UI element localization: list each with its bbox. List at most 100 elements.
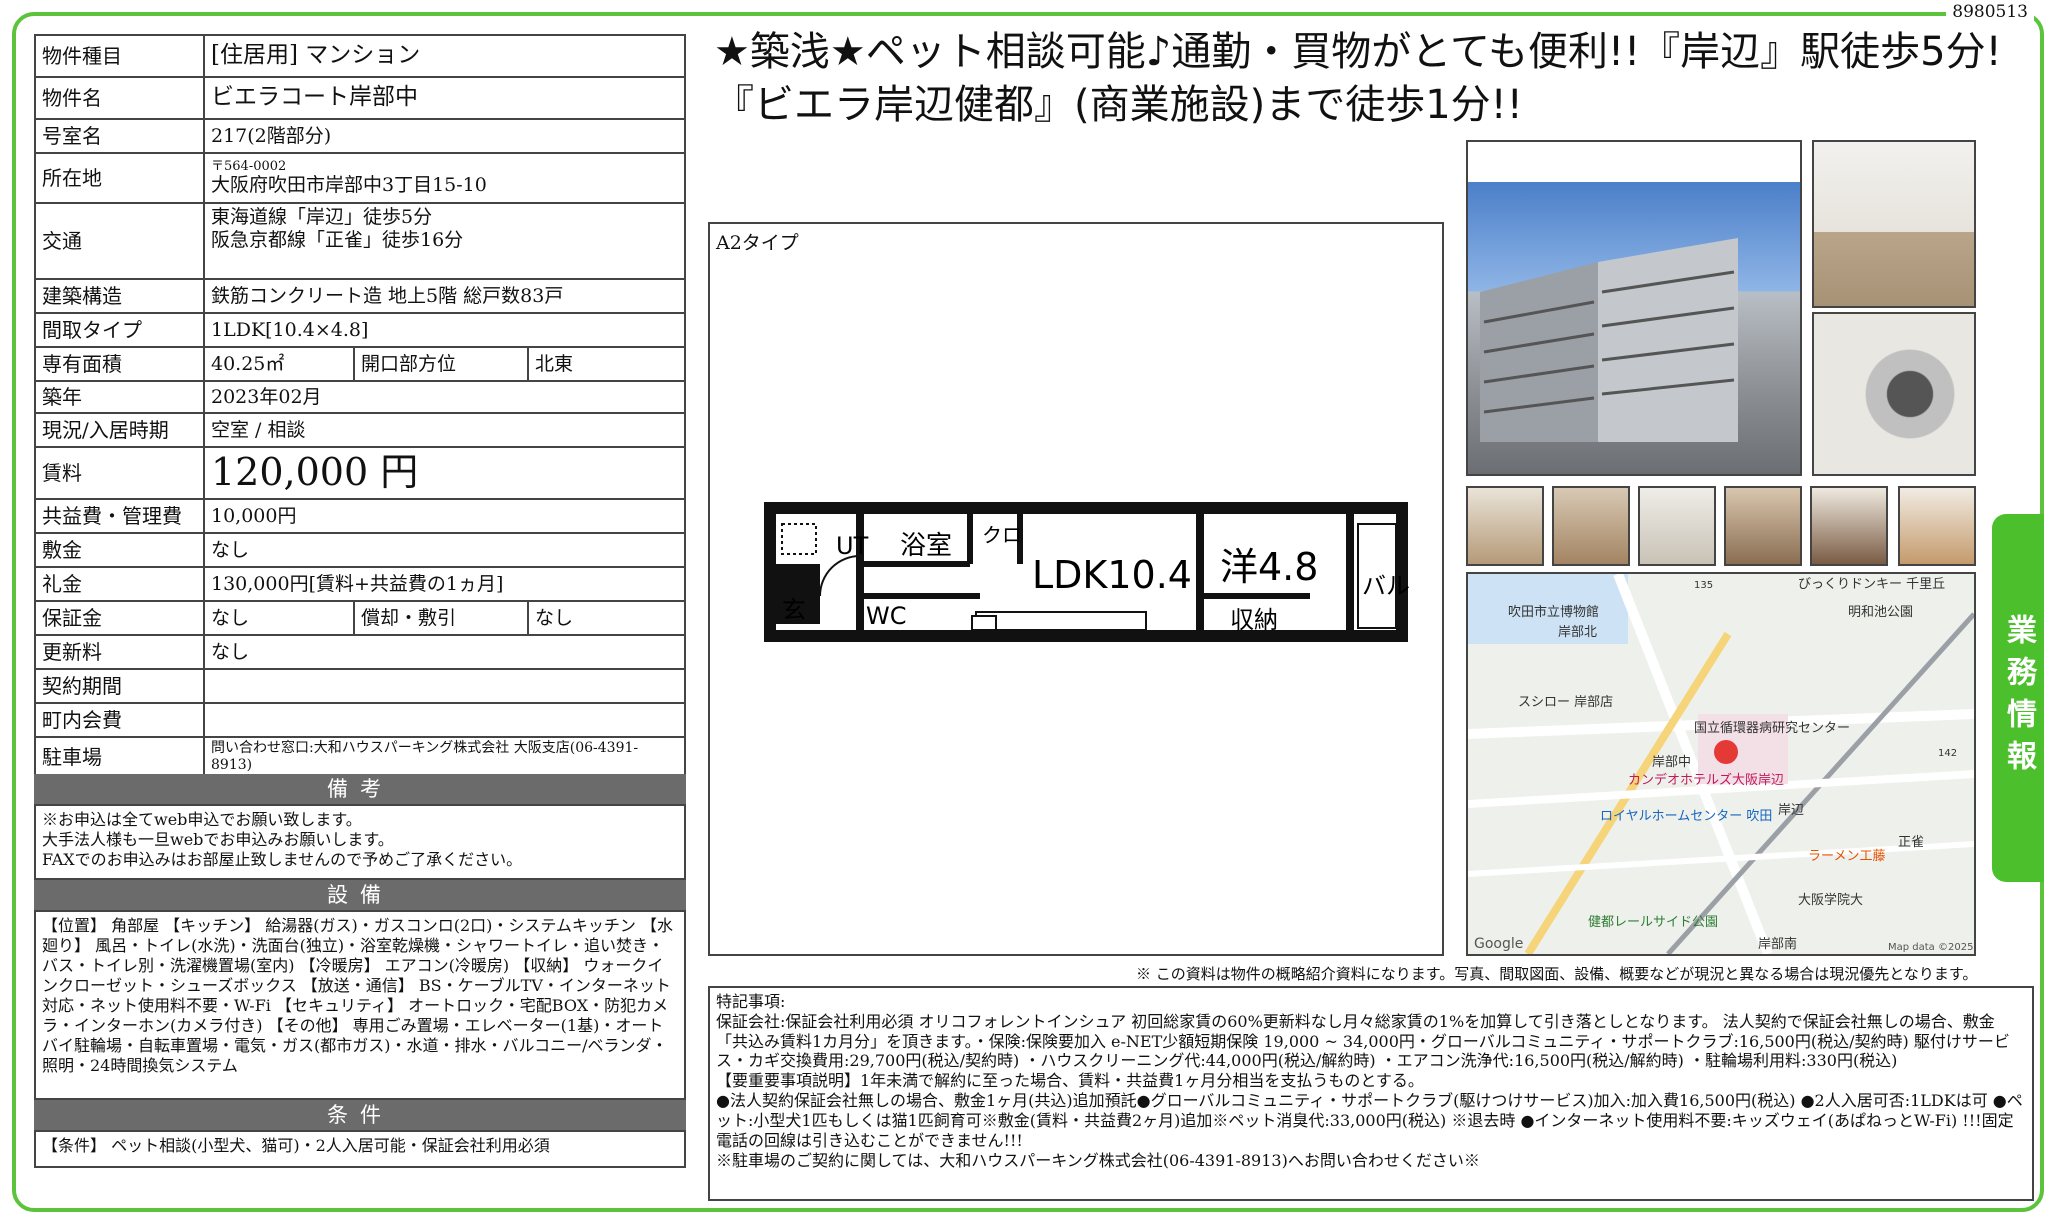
- label-parking: 駐車場: [34, 736, 205, 778]
- business-info-tab[interactable]: 業務情報: [1992, 514, 2044, 882]
- floor-plan: A2タイプ UT 浴室 クロ 玄 WC LDK10.4 洋4.8 収納 バル: [708, 222, 1444, 956]
- label-layout: 間取タイプ: [34, 312, 205, 348]
- svg-text:Google: Google: [1474, 936, 1523, 952]
- svg-text:びっくりドンキー 千里丘: びっくりドンキー 千里丘: [1798, 577, 1945, 592]
- headline: ★築浅★ペット相談可能♪通勤・買物がとても便利!!『岸辺』駅徒歩5分!『ビエラ岸…: [714, 29, 2002, 128]
- label-type: 物件種目: [34, 34, 205, 78]
- notes-heading: 特記事項:: [716, 992, 786, 1011]
- value-renewal: なし: [203, 634, 686, 670]
- svg-text:岸部中: 岸部中: [1652, 755, 1691, 770]
- disclaimer: ※ この資料は物件の概略紹介資料になります。写真、間取図面、設備、概要などが現況…: [1136, 965, 1978, 983]
- business-info-label: 業務情報: [2001, 614, 2036, 782]
- label-orientation: 開口部方位: [353, 346, 529, 382]
- label-name: 物件名: [34, 76, 205, 120]
- label-transit: 交通: [34, 202, 205, 280]
- value-security: なし: [203, 600, 355, 636]
- value-area: 40.25㎡: [203, 346, 355, 382]
- label-amortization: 償却・敷引: [353, 600, 529, 636]
- value-address: 大阪府吹田市岸部中3丁目15-10: [211, 174, 487, 197]
- svg-text:Map data ©2025: Map data ©2025: [1888, 942, 1973, 953]
- kitchen-photo-2: [1812, 312, 1976, 476]
- value-orientation: 北東: [527, 346, 686, 382]
- remark-line: 大手法人様も一旦webでお申込みお願いします。: [42, 830, 394, 849]
- plan-wc: WC: [866, 602, 907, 630]
- value-layout: 1LDK[10.4×4.8]: [203, 312, 686, 348]
- notes-line: ●法人契約保証会社無しの場合、敷金1ヶ月(共込)追加預託●グローバルコミュニティ…: [716, 1091, 2023, 1150]
- thumbnail-photo[interactable]: [1638, 486, 1716, 566]
- value-contract: [203, 668, 686, 704]
- label-contract: 契約期間: [34, 668, 205, 704]
- label-key-money: 礼金: [34, 566, 205, 602]
- label-room: 号室名: [34, 118, 205, 154]
- svg-text:135: 135: [1694, 580, 1713, 591]
- facilities-heading: 設備: [34, 880, 686, 910]
- svg-text:ロイヤルホームセンター 吹田: ロイヤルホームセンター 吹田: [1600, 809, 1772, 824]
- label-assoc: 町内会費: [34, 702, 205, 738]
- svg-text:国立循環器病研究センター: 国立循環器病研究センター: [1694, 721, 1850, 736]
- location-map[interactable]: びっくりドンキー 千里丘 吹田市立博物館 岸部北 明和池公園 スシロー 岸部店 …: [1466, 572, 1976, 956]
- special-notes: 特記事項: 保証会社:保証会社利用必須 オリコフォレントインシュア 初回総家賃の…: [708, 986, 2034, 1201]
- label-area: 専有面積: [34, 346, 205, 382]
- label-address: 所在地: [34, 152, 205, 204]
- label-rent: 賃料: [34, 446, 205, 500]
- value-room: 217(2階部分): [203, 118, 686, 154]
- building-illustration: [1480, 238, 1738, 442]
- facilities-text: 【位置】 角部屋 【キッチン】 給湯器(ガス)・ガスコンロ(2口)・システムキッ…: [34, 910, 686, 1100]
- postal-code: 〒564-0002: [211, 158, 287, 174]
- label-renewal: 更新料: [34, 634, 205, 670]
- notes-line: 【要重要事項説明】1年未満で解約に至った場合、賃料・共益費1ヶ月分相当を支払うも…: [716, 1071, 1424, 1091]
- value-rent: 120,000 円: [203, 446, 686, 500]
- value-structure: 鉄筋コンクリート造 地上5階 総戸数83戸: [203, 278, 686, 314]
- thumbnail-photo[interactable]: [1724, 486, 1802, 566]
- value-deposit: なし: [203, 532, 686, 568]
- plan-bath: 浴室: [900, 531, 952, 561]
- label-built: 築年: [34, 380, 205, 414]
- thumbnail-photo[interactable]: [1466, 486, 1544, 566]
- building-photo: [1466, 140, 1802, 476]
- thumbnail-photo[interactable]: [1810, 486, 1888, 566]
- svg-text:大阪学院大: 大阪学院大: [1798, 892, 1863, 908]
- notes-line: ※駐車場のご契約に関しては、大和ハウスパーキング株式会社(06-4391-891…: [716, 1150, 1480, 1170]
- label-deposit: 敷金: [34, 532, 205, 568]
- remark-line: ※お申込は全てweb申込でお願い致します。: [42, 810, 362, 829]
- plan-ut: UT: [836, 532, 869, 560]
- value-name: ビエラコート岸部中: [203, 76, 686, 120]
- map-pin-icon[interactable]: [1714, 740, 1738, 764]
- transit-line-1: 東海道線「岸辺」徒歩5分: [211, 206, 433, 228]
- label-security: 保証金: [34, 600, 205, 636]
- svg-text:カンデオホテルズ大阪岸辺: カンデオホテルズ大阪岸辺: [1628, 772, 1784, 788]
- label-structure: 建築構造: [34, 278, 205, 314]
- svg-text:岸辺: 岸辺: [1778, 803, 1804, 818]
- remarks-box: ※お申込は全てweb申込でお願い致します。 大手法人様も一旦webでお申込みお願…: [34, 804, 686, 880]
- plan-storage: 収納: [1230, 606, 1278, 634]
- remarks-heading: 備考: [34, 774, 686, 804]
- value-key-money: 130,000円[賃料+共益費の1ヵ月]: [203, 566, 686, 602]
- plan-balcony: バル: [1362, 572, 1410, 600]
- value-parking: 問い合わせ窓口:大和ハウスパーキング株式会社 大阪支店(06-4391-8913…: [203, 736, 686, 778]
- remark-line: FAXでのお申込みはお部屋止致しませんので予めご了承ください。: [42, 850, 523, 869]
- svg-text:岸部北: 岸部北: [1558, 625, 1597, 640]
- svg-text:明和池公園: 明和池公園: [1848, 605, 1913, 620]
- svg-text:ラーメン工藤: ラーメン工藤: [1808, 849, 1885, 864]
- map-drawing: びっくりドンキー 千里丘 吹田市立博物館 岸部北 明和池公園 スシロー 岸部店 …: [1468, 574, 1974, 954]
- notes-line: 保証会社:保証会社利用必須 オリコフォレントインシュア 初回総家賃の60%更新料…: [716, 1011, 2010, 1071]
- thumbnail-photo[interactable]: [1898, 486, 1976, 566]
- plan-ldk: LDK10.4: [1032, 553, 1192, 597]
- document-id: 8980513: [1946, 2, 2034, 22]
- conditions-heading: 条件: [34, 1100, 686, 1130]
- svg-text:岸部南: 岸部南: [1758, 936, 1797, 952]
- transit-line-2: 阪急京都線「正雀」徒歩16分: [211, 228, 464, 251]
- value-amortization: なし: [527, 600, 686, 636]
- value-status: 空室 / 相談: [203, 412, 686, 448]
- conditions-text: 【条件】 ペット相談(小型犬、猫可)・2人入居可能・保証会社利用必須: [34, 1130, 686, 1168]
- kitchen-photo-1: [1812, 140, 1976, 308]
- svg-text:健都レールサイド公園: 健都レールサイド公園: [1588, 915, 1718, 930]
- svg-text:吹田市立博物館: 吹田市立博物館: [1508, 604, 1599, 620]
- svg-text:正雀: 正雀: [1898, 835, 1924, 850]
- plan-entry: 玄: [782, 596, 806, 624]
- label-fee: 共益費・管理費: [34, 498, 205, 534]
- plan-closet: クロ: [982, 523, 1022, 547]
- svg-text:142: 142: [1938, 748, 1957, 759]
- thumbnail-photo[interactable]: [1552, 486, 1630, 566]
- property-table: 物件種目 [住居用] マンション 物件名 ビエラコート岸部中 号室名 217(2階部分…: [34, 34, 686, 778]
